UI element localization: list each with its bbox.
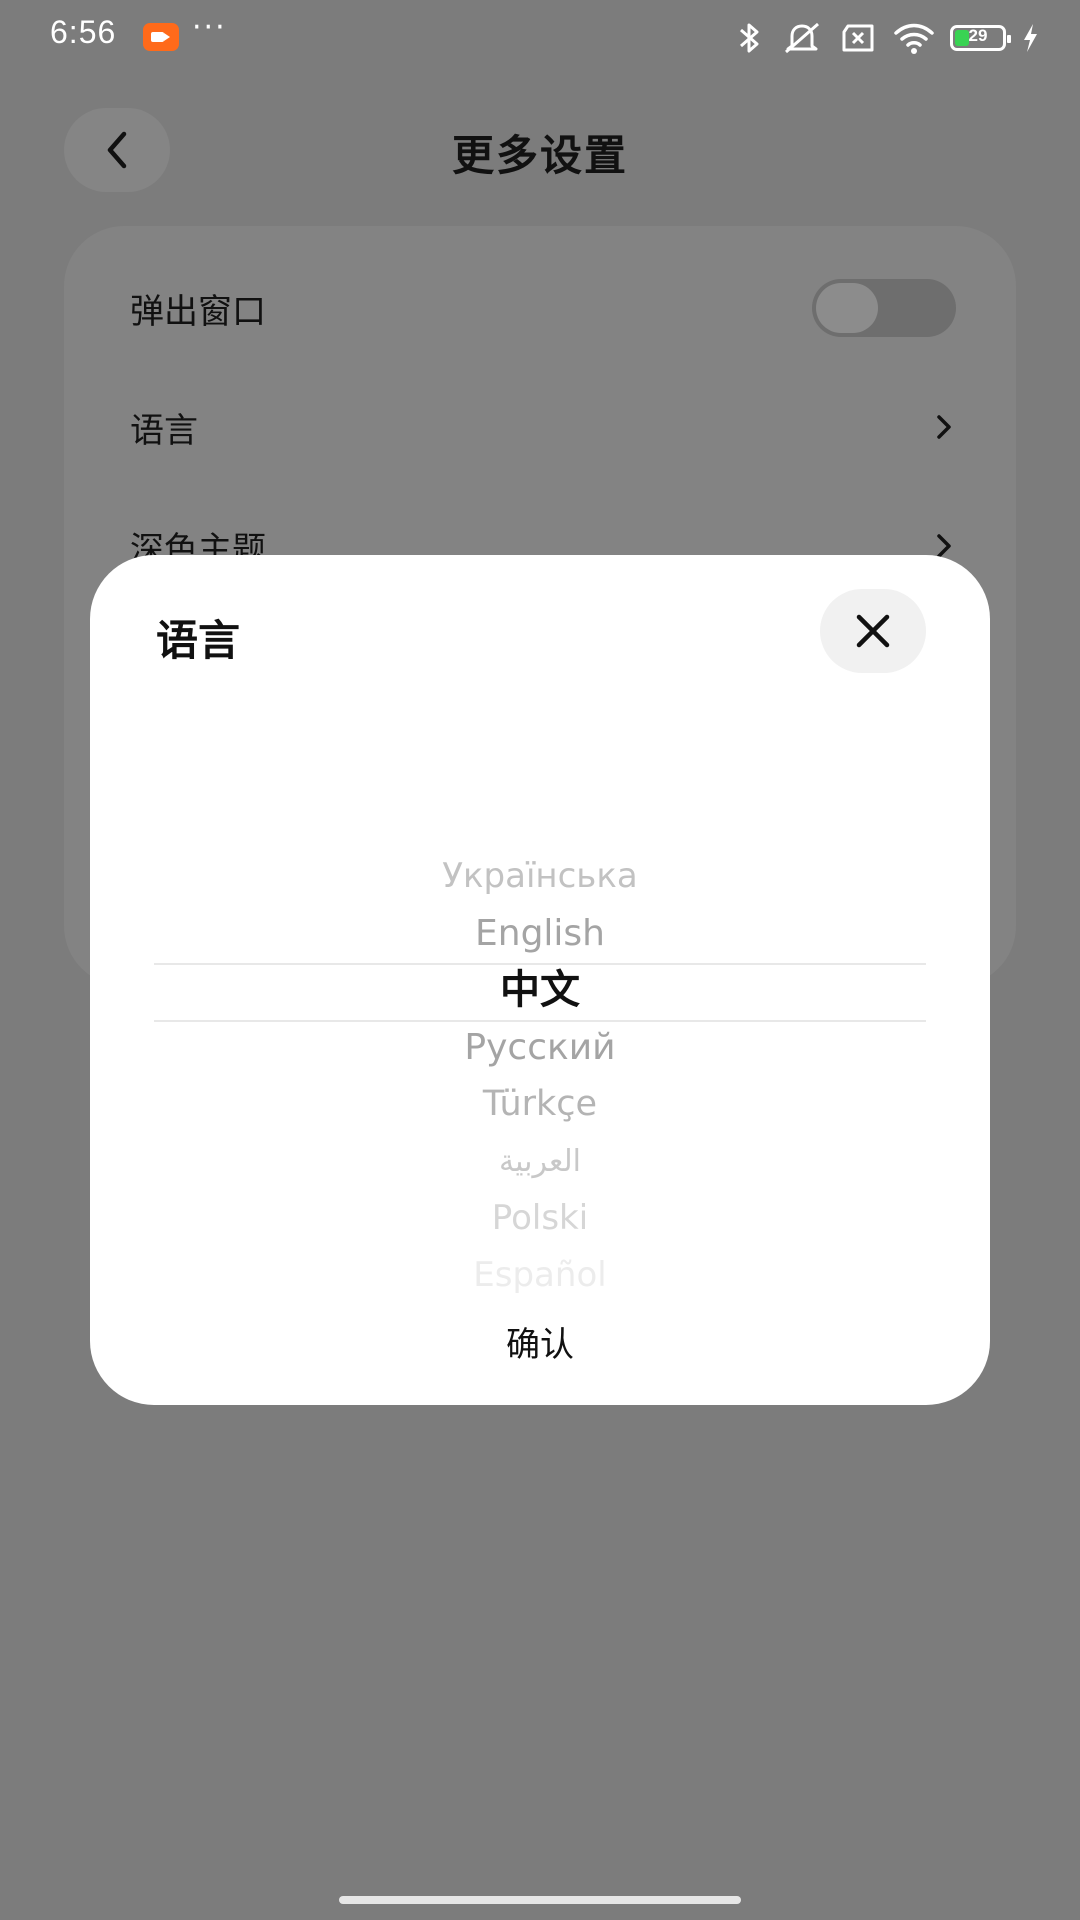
status-time: 6:56 xyxy=(50,14,117,50)
page-title: 更多设置 xyxy=(451,131,628,180)
battery-icon: 29 xyxy=(950,25,1011,51)
chevron-right-icon xyxy=(937,415,951,439)
language-option[interactable]: Русский xyxy=(154,1019,926,1076)
popup-window-row[interactable]: 弹出窗口 xyxy=(130,273,956,343)
language-option[interactable]: English xyxy=(154,905,926,962)
dialog-title: 语言 xyxy=(156,616,241,665)
language-label: 语言 xyxy=(130,410,198,451)
home-indicator[interactable] xyxy=(339,1896,741,1904)
close-button[interactable] xyxy=(820,589,926,673)
language-option[interactable]: Español xyxy=(154,1247,926,1304)
screen-record-icon xyxy=(143,23,179,51)
wifi-icon xyxy=(894,23,934,54)
battery-cap xyxy=(1007,35,1011,43)
language-option-selected[interactable]: 中文 xyxy=(154,962,926,1019)
language-option[interactable]: Polski xyxy=(154,1190,926,1247)
mute-icon xyxy=(785,22,819,54)
close-icon xyxy=(856,614,890,648)
popup-window-toggle[interactable] xyxy=(812,279,956,337)
more-notifications-indicator: ··· xyxy=(192,10,227,45)
language-option[interactable]: Українська xyxy=(154,848,926,905)
sim-off-icon xyxy=(842,24,874,52)
charging-icon xyxy=(1024,24,1037,52)
bluetooth-icon xyxy=(740,23,759,53)
language-dialog: 语言 Українська English 中文 Русский Türkçe … xyxy=(90,555,990,1405)
language-option[interactable]: العربية xyxy=(154,1133,926,1190)
language-row[interactable]: 语言 xyxy=(130,392,956,462)
status-bar: 6:56 ··· 29 xyxy=(0,0,1080,75)
popup-window-label: 弹出窗口 xyxy=(130,291,266,332)
confirm-button[interactable]: 确认 xyxy=(90,1317,990,1366)
battery-level: 29 xyxy=(968,26,988,45)
language-option[interactable]: Türkçe xyxy=(154,1076,926,1133)
toggle-knob xyxy=(816,283,878,333)
